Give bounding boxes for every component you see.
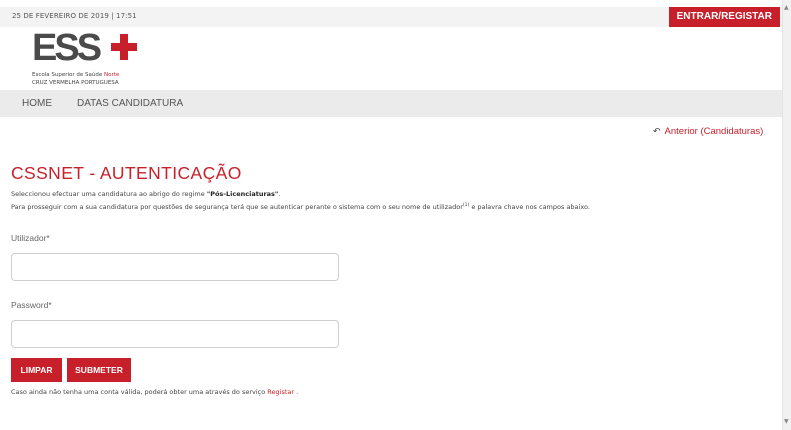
back-arrow-icon: ↶ xyxy=(653,126,661,136)
username-input[interactable] xyxy=(11,253,339,281)
page-title: CSSNET - AUTENTICAÇÃO xyxy=(11,163,242,183)
logo-wordmark: ESS xyxy=(32,27,102,69)
username-label: Utilizador* xyxy=(11,233,50,243)
red-cross-icon xyxy=(111,34,137,60)
back-link-label: Anterior (Candidaturas) xyxy=(664,126,764,137)
nav-item-home[interactable]: HOME xyxy=(22,98,52,109)
header-logo-area: ESS Escola Superior de Saúde Norte CRUZ … xyxy=(0,27,782,90)
scroll-up-icon[interactable]: ▲ xyxy=(784,4,789,11)
current-date: 25 DE FEVEREIRO DE 2019 | 17:51 xyxy=(12,12,137,20)
vertical-scrollbar[interactable]: ▲ ▼ xyxy=(782,0,791,430)
register-note: Caso ainda não tenha uma conta válida, p… xyxy=(11,388,299,396)
top-bar: 25 DE FEVEREIRO DE 2019 | 17:51 ENTRAR/R… xyxy=(0,7,782,28)
scroll-down-icon[interactable]: ▼ xyxy=(784,418,789,425)
submit-button[interactable]: SUBMETER xyxy=(67,358,131,382)
intro-text-2: Para prosseguir com a sua candidatura po… xyxy=(11,203,590,212)
back-link[interactable]: ↶ Anterior (Candidaturas) xyxy=(653,126,763,137)
logo-organization: CRUZ VERMELHA PORTUGUESA xyxy=(32,80,119,86)
register-link[interactable]: Registar xyxy=(267,388,294,396)
logo-subtitle: Escola Superior de Saúde Norte xyxy=(32,72,120,78)
main-nav: HOME DATAS CANDIDATURA xyxy=(0,90,782,117)
password-input[interactable] xyxy=(11,320,339,348)
clear-button[interactable]: LIMPAR xyxy=(11,358,62,382)
intro-text-1: Seleccionou efectuar uma candidatura ao … xyxy=(11,190,281,198)
nav-item-datas-candidatura[interactable]: DATAS CANDIDATURA xyxy=(77,98,183,109)
password-label: Password* xyxy=(11,300,52,310)
ess-logo[interactable]: ESS Escola Superior de Saúde Norte CRUZ … xyxy=(32,27,152,89)
login-register-button[interactable]: ENTRAR/REGISTAR xyxy=(668,7,780,27)
